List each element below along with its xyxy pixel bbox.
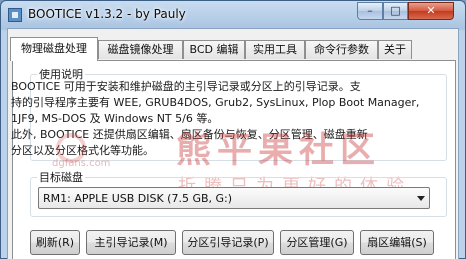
title-bar[interactable]: BOOTICE v1.3.2 - by Pauly – □ ✕: [1, 1, 465, 29]
usage-line: 持的引导程序主要有 WEE, GRUB4DOS, Grub2, SysLinux…: [11, 96, 420, 109]
target-disk-value: RM1: APPLE USB DISK (7.5 GB, G:): [43, 192, 233, 205]
tab-disk-image[interactable]: 磁盘镜像处理: [98, 40, 183, 59]
tab-about[interactable]: 关于: [378, 40, 412, 59]
refresh-button[interactable]: 刷新(R): [30, 230, 80, 255]
tab-utilities[interactable]: 实用工具: [245, 40, 305, 59]
chevron-down-icon: [417, 196, 425, 201]
maximize-button[interactable]: □: [383, 2, 408, 20]
partition-manage-button[interactable]: 分区管理(G): [280, 230, 354, 255]
minimize-button[interactable]: –: [357, 2, 383, 20]
tab-physical-disk[interactable]: 物理磁盘处理: [10, 37, 98, 61]
app-icon: [8, 8, 22, 22]
target-disk-legend: 目标磁盘: [39, 171, 83, 184]
mbr-button[interactable]: 主引导记录(M): [86, 230, 176, 255]
usage-line: BOOTICE 可用于安装和维护磁盘的主引导记录或分区上的引导记录。支: [11, 80, 361, 93]
tab-bcd-edit[interactable]: BCD 编辑: [183, 40, 245, 59]
target-disk-select[interactable]: RM1: APPLE USB DISK (7.5 GB, G:): [38, 187, 430, 209]
watermark-url: dgfans.com: [52, 158, 111, 169]
pbr-button[interactable]: 分区引导记录(P): [182, 230, 274, 255]
watermark-title: 熊平果社区: [176, 131, 382, 171]
tab-command-line[interactable]: 命令行参数: [305, 40, 378, 59]
window-title: BOOTICE v1.3.2 - by Pauly: [28, 7, 186, 21]
close-button[interactable]: ✕: [408, 2, 454, 20]
sector-edit-button[interactable]: 扇区编辑(S): [360, 230, 434, 255]
